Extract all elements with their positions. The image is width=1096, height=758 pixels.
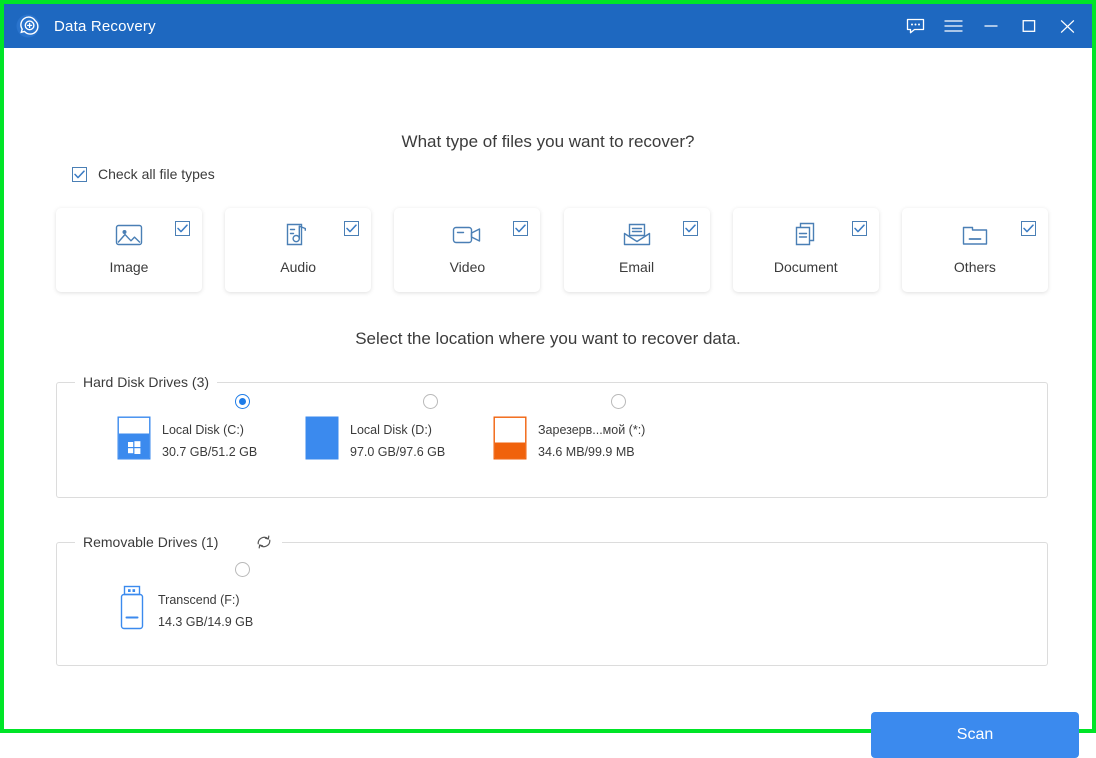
drive-item-local-disk-c[interactable]: Local Disk (C:) 30.7 GB/51.2 GB [87,394,275,465]
drive-icon [493,416,527,465]
drive-item-reserved[interactable]: Зарезерв...мой (*:) 34.6 MB/99.9 MB [463,394,651,465]
filetypes-heading: What type of files you want to recover? [401,132,695,151]
drive-radio-transcend-f[interactable] [235,562,250,577]
drive-text: Зарезерв...мой (*:) 34.6 MB/99.9 MB [538,423,645,459]
filetype-card-email[interactable]: Email [563,208,710,292]
magnifier-plus-icon [14,12,42,40]
removable-drives-legend-label: Removable Drives (1) [83,534,219,550]
filetype-label: Others [953,259,996,275]
filetype-checkbox-image[interactable] [175,221,190,236]
drive-text: Local Disk (C:) 30.7 GB/51.2 GB [162,423,257,459]
check-all-label: Check all file types [98,166,215,182]
close-icon[interactable] [1048,4,1086,48]
check-all-checkbox[interactable] [72,166,87,182]
drive-radio-local-disk-c[interactable] [235,394,250,409]
filetype-checkbox-audio[interactable] [344,221,360,236]
filetype-checkbox-document[interactable] [851,221,867,236]
filetype-label: Email [619,259,655,275]
application-window: Data Recovery What type of files you wan… [0,0,1096,758]
scan-button[interactable]: Scan [871,712,1079,758]
location-heading: Select the location where you want to re… [355,329,741,348]
filetype-checkbox-video[interactable] [513,221,529,236]
drive-name: Local Disk (C:) [162,422,244,437]
filetype-card-audio[interactable]: Audio [225,208,372,292]
drive-item-local-disk-d[interactable]: Local Disk (D:) 97.0 GB/97.6 GB [275,394,463,465]
hard-disk-drives-group: Hard Disk Drives (3) Local Disk (C:) 30.… [56,374,1048,498]
hard-disk-drives-legend-label: Hard Disk Drives (3) [83,374,210,390]
drive-name: Transcend (F:) [158,592,240,607]
title-bar: Data Recovery [4,4,1092,48]
removable-drive-list: Transcend (F:) 14.3 GB/14.9 GB [87,562,275,637]
minimize-icon[interactable] [972,4,1010,48]
drive-text: Local Disk (D:) 97.0 GB/97.6 GB [350,423,445,459]
filetype-card-image[interactable]: Image [56,208,202,292]
drive-size: 14.3 GB/14.9 GB [158,614,254,629]
drive-name: Local Disk (D:) [350,422,432,437]
hard-disk-drives-legend: Hard Disk Drives (3) [75,374,217,390]
feedback-icon[interactable] [896,4,934,48]
filetype-checkbox-email[interactable] [682,221,698,236]
main-content: What type of files you want to recover? … [4,48,1092,758]
filetype-card-video[interactable]: Video [394,208,541,292]
drive-size: 30.7 GB/51.2 GB [162,444,258,459]
window-controls [896,4,1086,48]
drive-item-transcend-f[interactable]: Transcend (F:) 14.3 GB/14.9 GB [87,562,275,637]
app-title: Data Recovery [54,17,156,35]
filetype-label: Audio [280,259,317,275]
check-all-file-types-row[interactable]: Check all file types [72,166,215,182]
filetype-label: Video [449,259,486,275]
refresh-icon[interactable] [254,532,274,552]
drive-size: 34.6 MB/99.9 MB [538,444,635,459]
drive-size: 97.0 GB/97.6 GB [350,444,446,459]
windows-drive-icon [117,416,151,465]
removable-drives-legend: Removable Drives (1) [75,532,282,552]
maximize-icon[interactable] [1010,4,1048,48]
filetype-checkbox-others[interactable] [1020,221,1036,236]
drive-radio-local-disk-d[interactable] [423,394,438,409]
filetype-card-list: Image Audio Video Email Document Others [56,208,1048,292]
filetype-card-document[interactable]: Document [732,208,879,292]
removable-drives-group: Removable Drives (1) Transcend (F:) 14.3… [56,532,1048,666]
drive-radio-reserved[interactable] [611,394,626,409]
filetype-label: Image [109,259,149,275]
filetype-card-others[interactable]: Others [901,208,1048,292]
drive-text: Transcend (F:) 14.3 GB/14.9 GB [158,593,253,629]
drive-name: Зарезерв...мой (*:) [538,422,646,437]
filetype-label: Document [773,259,838,275]
menu-icon[interactable] [934,4,972,48]
drive-icon [305,416,339,465]
usb-drive-icon [117,584,147,637]
hard-disk-drive-list: Local Disk (C:) 30.7 GB/51.2 GB Local Di… [87,394,651,465]
